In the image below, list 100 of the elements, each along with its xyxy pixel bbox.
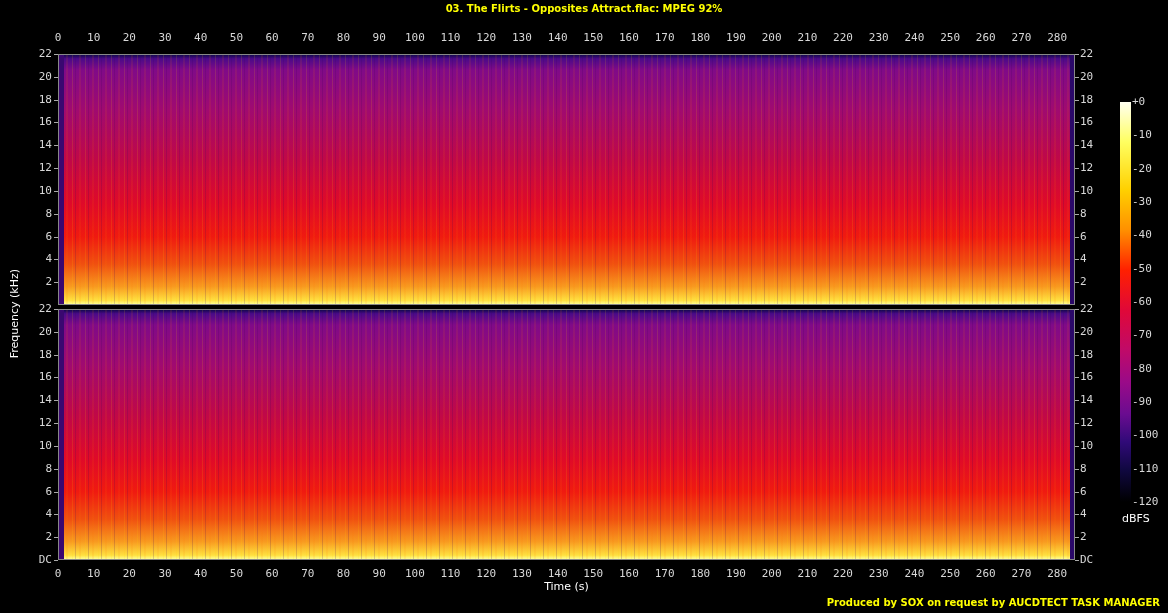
- axis-tick-label: 22: [1080, 303, 1094, 315]
- axis-tick-label: 0: [54, 567, 62, 581]
- colorbar-label: -80: [1132, 362, 1152, 375]
- axis-tick-label: 110: [440, 31, 461, 45]
- axis-tick-label: 270: [1011, 567, 1032, 581]
- axis-tick-label: 22: [38, 48, 52, 60]
- axis-tick-label: 210: [797, 567, 818, 581]
- axis-tick-label: 10: [1080, 439, 1094, 452]
- axis-tick-label: 260: [975, 31, 996, 45]
- axis-tick-label: 30: [158, 31, 172, 45]
- axis-tick-label: 10: [87, 31, 101, 45]
- axis-tick-label: 50: [229, 567, 244, 581]
- axis-tick-label: 22: [1080, 48, 1094, 60]
- axis-tick-label: 6: [1080, 485, 1087, 498]
- axis-tick-label: 90: [372, 31, 386, 45]
- axis-tick-label: 170: [654, 31, 675, 45]
- axis-tick-label: 190: [726, 567, 746, 581]
- axis-tick-label: 14: [38, 139, 52, 152]
- axis-tick-label: 10: [1080, 184, 1094, 197]
- axis-tick-label: 50: [229, 31, 244, 45]
- axis-tick-label: 12: [38, 417, 52, 430]
- axis-label: Time (s): [544, 580, 589, 593]
- axis-tick-label: 20: [38, 325, 52, 338]
- axis-tick-label: 60: [265, 31, 279, 45]
- axis-tick-label: 100: [404, 31, 425, 45]
- colorbar-label: -60: [1132, 296, 1152, 308]
- axis-tick-label: 2: [1080, 276, 1087, 289]
- axis-tick-label: 180: [690, 31, 711, 45]
- axis-tick-label: 210: [797, 31, 818, 45]
- colorbar-label: +0: [1132, 96, 1146, 108]
- axis-tick-label: 200: [761, 31, 782, 45]
- axis-tick-label: 12: [38, 162, 52, 175]
- axis-tick-label: 280: [1047, 567, 1068, 581]
- axis-tick-label: 270: [1011, 31, 1032, 45]
- axis-label: Frequency (kHz): [8, 269, 21, 359]
- axis-tick-label: 200: [761, 567, 782, 581]
- axis-tick-label: 22: [38, 303, 52, 315]
- axis-tick-label: 20: [1080, 325, 1094, 338]
- axis-tick-label: 20: [122, 567, 136, 581]
- axis-tick-label: 0: [54, 31, 62, 45]
- axis-tick-label: 8: [45, 207, 52, 220]
- axis-tick-label: 70: [301, 567, 315, 581]
- axis-tick-label: 250: [940, 31, 961, 45]
- axis-tick-label: 240: [904, 31, 925, 45]
- axis-tick-label: 4: [1080, 253, 1087, 266]
- axis-tick-label: 2: [45, 276, 52, 289]
- axis-tick-label: 16: [1080, 371, 1094, 384]
- axis-tick-label: 40: [194, 567, 208, 581]
- axis-tick-label: 4: [45, 508, 52, 521]
- axis-tick-label: 260: [975, 567, 996, 581]
- axis-tick-label: 14: [38, 394, 52, 407]
- axis-tick-label: 6: [1080, 230, 1087, 243]
- axis-tick-label: 160: [619, 567, 639, 581]
- axis-tick-label: 12: [1080, 162, 1094, 175]
- colorbar-label: -90: [1132, 396, 1152, 408]
- axis-tick-label: 80: [336, 31, 351, 45]
- axis-tick-label: 120: [476, 567, 497, 581]
- axis-tick-label: 10: [38, 439, 52, 452]
- axis-tick-label: 130: [511, 31, 532, 45]
- axis-tick-label: 90: [372, 567, 386, 581]
- axis-tick-label: 230: [868, 31, 889, 45]
- axis-tick-label: 160: [619, 31, 639, 45]
- axis-tick-label: 20: [122, 31, 136, 45]
- axis-tick-label: 60: [265, 567, 279, 581]
- axis-tick-label: 20: [38, 70, 52, 83]
- axis-tick-label: 16: [38, 116, 52, 129]
- axis-tick-label: 8: [1080, 207, 1087, 220]
- axis-tick-label: 150: [583, 31, 604, 45]
- axis-tick-label: DC: [1080, 554, 1094, 566]
- axis-tick-label: 250: [940, 567, 961, 581]
- axis-tick-label: 40: [194, 31, 208, 45]
- axis-tick-label: 2: [1080, 531, 1087, 544]
- axis-tick-label: 240: [904, 567, 925, 581]
- axis-tick-label: 170: [654, 567, 675, 581]
- colorbar-label: -50: [1132, 262, 1152, 275]
- axis-tick-label: 30: [158, 567, 172, 581]
- axis-tick-label: 6: [45, 485, 52, 498]
- colorbar-label: -100: [1132, 429, 1159, 442]
- axis-tick-label: 14: [1080, 139, 1094, 152]
- axis-tick-label: 150: [583, 567, 604, 581]
- axis-tick-label: 18: [1080, 348, 1094, 361]
- axis-tick-label: DC: [38, 554, 52, 566]
- colorbar-label: -20: [1132, 162, 1152, 175]
- axis-tick-label: 220: [833, 567, 853, 581]
- axis-tick-label: 80: [336, 567, 351, 581]
- axis-tick-label: 14: [1080, 394, 1094, 407]
- axis-tick-label: 70: [301, 31, 315, 45]
- axis-tick-label: 6: [45, 230, 52, 243]
- axis-tick-label: 18: [38, 348, 52, 361]
- axis-tick-label: 110: [440, 567, 461, 581]
- colorbar-label: -70: [1132, 329, 1152, 342]
- axis-tick-label: 18: [38, 93, 52, 106]
- axis-tick-label: 4: [1080, 508, 1087, 521]
- colorbar-label: -40: [1132, 229, 1152, 242]
- axis-tick-label: 180: [690, 567, 711, 581]
- colorbar-label: -120: [1132, 496, 1159, 508]
- axis-tick-label: 20: [1080, 70, 1094, 83]
- colorbar-label: -110: [1132, 462, 1159, 475]
- axis-tick-label: 120: [476, 31, 497, 45]
- axis-tick-label: 220: [833, 31, 853, 45]
